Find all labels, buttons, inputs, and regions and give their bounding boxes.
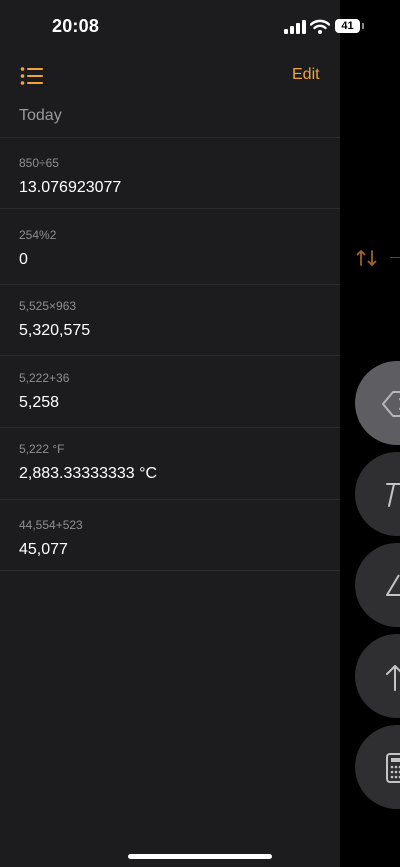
- history-entry[interactable]: 5,222+36 5,258: [19, 371, 329, 413]
- entry-expression: 5,525×963: [19, 299, 77, 313]
- history-entry[interactable]: 5,222 °F 2,883.33333333 °C: [19, 442, 329, 484]
- home-indicator[interactable]: [128, 854, 272, 859]
- entry-result: 5,258: [19, 394, 60, 411]
- entry-result: 0: [19, 251, 28, 268]
- triangle-icon: [385, 571, 400, 601]
- divider: [390, 257, 400, 258]
- history-entry[interactable]: 5,525×963 5,320,575: [19, 299, 329, 341]
- swap-arrows-icon[interactable]: [356, 248, 378, 268]
- history-entry[interactable]: 254%2 0: [19, 228, 329, 270]
- entry-result: 13.076923077: [19, 179, 122, 196]
- entry-expression: 44,554+523: [19, 518, 83, 532]
- status-bar: 20:08 41: [0, 0, 400, 54]
- edit-button[interactable]: Edit: [292, 66, 320, 84]
- entry-result: 2,883.33333333 °C: [19, 465, 158, 482]
- battery-icon: 41: [335, 19, 365, 34]
- status-time: 20:08: [52, 16, 100, 36]
- divider: [0, 208, 340, 209]
- divider: [0, 570, 340, 571]
- screen: Edit Today 850÷65 13.076923077 254%2 0 5…: [0, 0, 400, 867]
- function-icon: [385, 480, 400, 510]
- cellular-signal-icon: [284, 20, 306, 34]
- calculator-icon: [385, 753, 400, 783]
- divider: [0, 137, 340, 138]
- backspace-icon: [381, 389, 400, 419]
- history-panel: Edit Today 850÷65 13.076923077 254%2 0 5…: [0, 0, 340, 867]
- wifi-icon: [309, 19, 331, 34]
- divider: [0, 284, 340, 285]
- arrow-up-icon: [385, 662, 400, 692]
- section-title-today: Today: [19, 107, 62, 124]
- divider: [0, 355, 340, 356]
- entry-expression: 5,222+36: [19, 371, 70, 385]
- entry-result: 45,077: [19, 541, 68, 558]
- entry-expression: 254%2: [19, 228, 57, 242]
- history-entry[interactable]: 44,554+523 45,077: [19, 518, 329, 560]
- entry-expression: 5,222 °F: [19, 442, 65, 456]
- battery-level: 41: [341, 20, 354, 32]
- entry-expression: 850÷65: [19, 156, 59, 170]
- history-entry[interactable]: 850÷65 13.076923077: [19, 156, 329, 198]
- entry-result: 5,320,575: [19, 322, 91, 339]
- divider: [0, 499, 340, 500]
- divider: [0, 427, 340, 428]
- list-icon[interactable]: [20, 66, 44, 86]
